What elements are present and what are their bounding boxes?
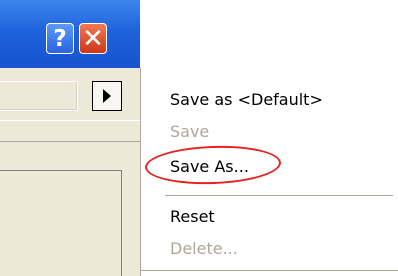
panel-border — [121, 170, 122, 276]
help-button[interactable]: ? — [46, 23, 74, 54]
panel-border — [0, 170, 122, 171]
menu-separator — [165, 195, 393, 196]
toolbar-separator — [0, 120, 140, 121]
close-icon: ✕ — [82, 23, 104, 54]
toolbar-separator — [0, 141, 140, 142]
menu-border — [141, 270, 398, 271]
window-title-bar: ? ✕ — [0, 0, 140, 68]
highlight-ellipse — [144, 143, 282, 187]
window-body — [0, 68, 140, 276]
close-button[interactable]: ✕ — [79, 23, 107, 54]
menu-item-reset[interactable]: Reset — [170, 207, 215, 226]
desktop-background — [140, 0, 398, 68]
context-menu: Save as <Default> Save Save As... Reset … — [140, 68, 398, 276]
toolbar-field[interactable] — [0, 81, 78, 111]
menu-item-delete: Delete... — [170, 239, 238, 258]
help-icon: ? — [53, 25, 67, 52]
menu-item-save: Save — [170, 122, 210, 141]
menu-arrow-button[interactable] — [92, 81, 122, 111]
menu-item-save-as-default[interactable]: Save as <Default> — [170, 90, 323, 109]
triangle-right-icon — [103, 89, 111, 103]
